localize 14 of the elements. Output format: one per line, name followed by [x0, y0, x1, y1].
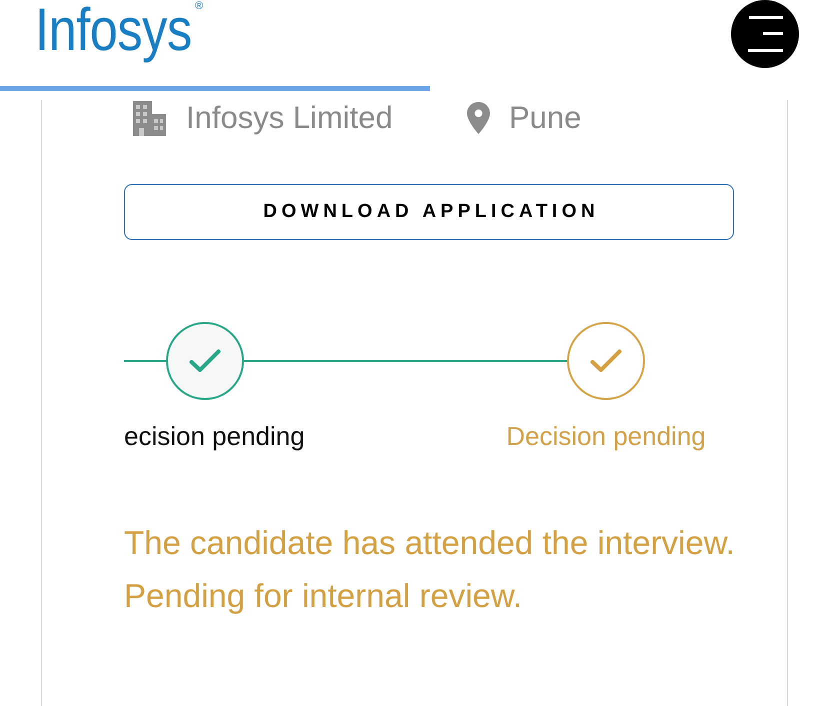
- check-icon: [189, 349, 221, 373]
- building-icon: [133, 100, 166, 136]
- location-pin-icon: [467, 102, 490, 134]
- registered-mark: ®: [195, 1, 204, 12]
- download-application-button[interactable]: DOWNLOAD APPLICATION: [124, 184, 734, 240]
- step-label: Decision pending: [506, 421, 706, 451]
- check-icon: [590, 349, 622, 373]
- status-message: The candidate has attended the interview.: [124, 523, 735, 563]
- status-message: Pending for internal review.: [124, 576, 522, 616]
- location-text: Pune: [509, 100, 582, 136]
- company-name: Infosys Limited: [186, 100, 393, 136]
- menu-icon: [748, 16, 782, 52]
- infosys-logo: Infosys: [35, 0, 192, 60]
- step-label: ecision pending: [124, 421, 305, 451]
